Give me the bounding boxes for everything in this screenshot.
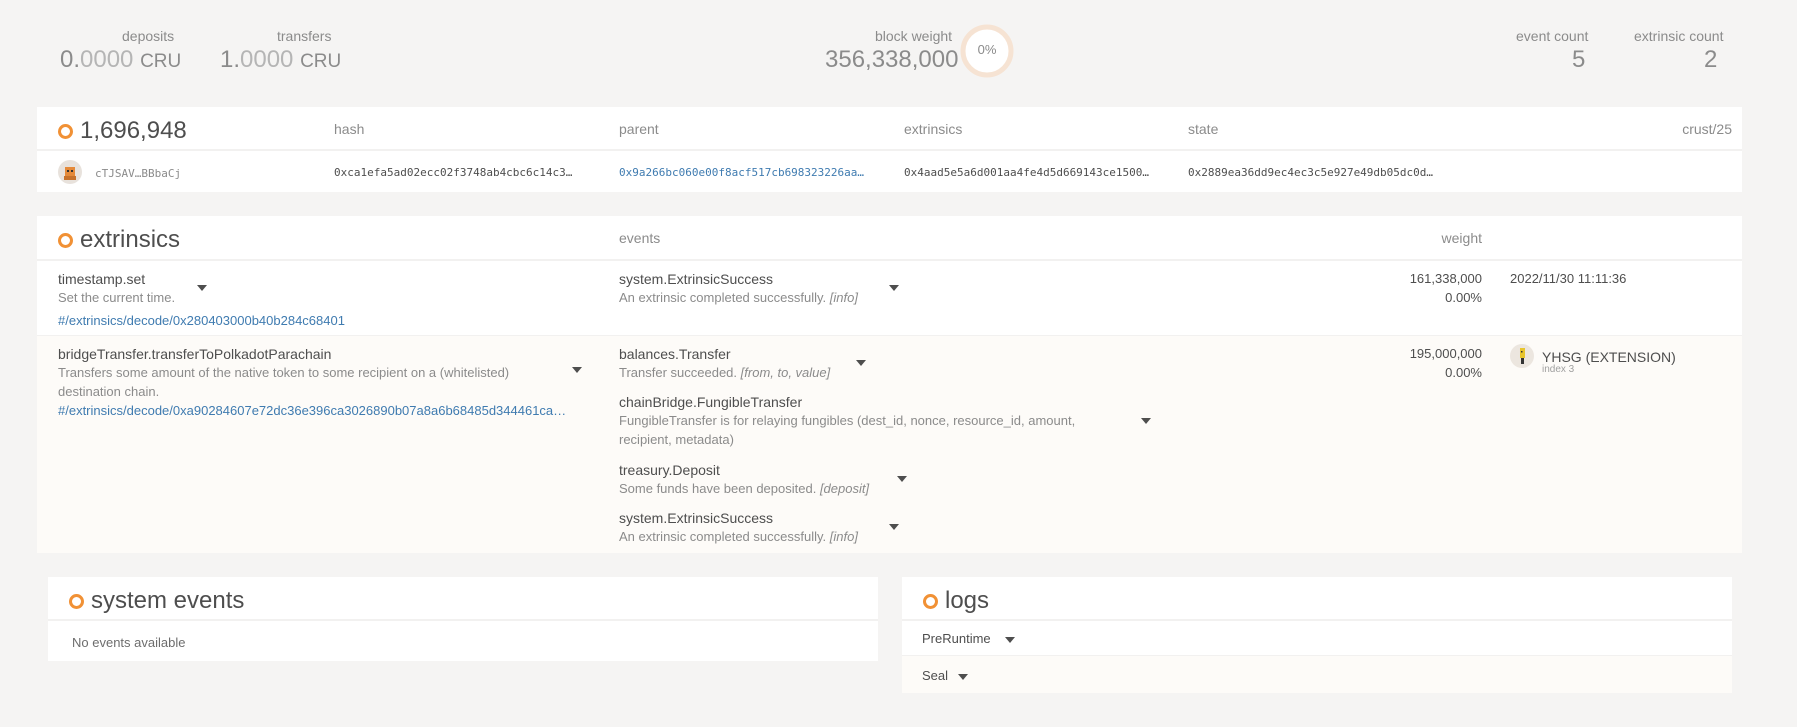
chevron-down-icon[interactable] <box>889 524 899 530</box>
block-number: 1,696,948 <box>58 117 187 145</box>
chevron-down-icon[interactable] <box>958 674 968 680</box>
robot-icon <box>64 167 76 180</box>
col-hash: hash <box>334 121 365 137</box>
chevron-down-icon[interactable] <box>1005 637 1015 643</box>
block-bullet-icon <box>58 124 73 140</box>
block-weight-percent: 0% <box>977 42 997 57</box>
event-description: Some funds have been deposited. [deposit… <box>619 481 870 496</box>
logs-bullet-icon <box>923 594 938 610</box>
extrinsic-weight-percent: 0.00% <box>1445 365 1482 380</box>
extrinsic-timestamp: 2022/11/30 11:11:36 <box>1510 271 1627 286</box>
block-hash: 0xca1efa5ad02ecc02f3748ab4cbc6c14c3… <box>334 166 573 179</box>
extrinsic-method: bridgeTransfer.transferToPolkadotParacha… <box>58 346 332 362</box>
system-events-title: system events <box>69 587 244 615</box>
col-parent: parent <box>619 121 659 137</box>
extrinsics-panel: extrinsics events weight timestamp.set S… <box>37 216 1742 553</box>
event-name: balances.Transfer <box>619 346 731 362</box>
state-root: 0x2889ea36dd9ec4ec3c5e927e49db05dc0d… <box>1188 166 1434 179</box>
log-item-label: PreRuntime <box>922 631 991 646</box>
log-item-seal[interactable]: Seal <box>902 656 1732 693</box>
extrinsic-weight: 161,338,000 <box>1409 271 1482 286</box>
block-weight-gauge: 0% <box>960 24 1014 78</box>
logs-title: logs <box>923 587 989 615</box>
block-weight-label: block weight <box>875 28 953 44</box>
extrinsic-description: Set the current time. <box>58 290 176 305</box>
signer-index: index 3 <box>1542 364 1575 375</box>
block-header-panel: 1,696,948 hash parent extrinsics state c… <box>37 107 1742 192</box>
extrinsic-row: timestamp.set Set the current time. #/ex… <box>37 261 1742 335</box>
col-state: state <box>1188 121 1219 137</box>
block-weight-value: 356,338,000 <box>825 46 959 73</box>
extrinsic-count-label: extrinsic count <box>1634 28 1724 44</box>
extrinsics-bullet-icon <box>58 233 73 249</box>
extrinsic-description: Transfers some amount of the native toke… <box>58 365 510 380</box>
author-avatar[interactable] <box>58 160 82 184</box>
log-item-label: Seal <box>922 668 949 683</box>
deposits-label: deposits <box>122 28 175 44</box>
robot-icon <box>1520 348 1525 364</box>
extrinsic-method: timestamp.set <box>58 271 146 287</box>
event-name: chainBridge.FungibleTransfer <box>619 394 803 410</box>
author-address[interactable]: cTJSAV…BBbaCj <box>95 167 181 180</box>
event-name: system.ExtrinsicSuccess <box>619 271 774 287</box>
system-events-panel: system events No events available <box>48 577 878 661</box>
signer-avatar[interactable] <box>1510 344 1534 368</box>
chevron-down-icon[interactable] <box>1141 418 1151 424</box>
extrinsics-root: 0x4aad5e5a6d001aa4fe4d5d669143ce1500… <box>904 166 1150 179</box>
chevron-down-icon[interactable] <box>856 360 866 366</box>
deposits-value: 0.0000 CRU <box>60 46 182 73</box>
chevron-down-icon[interactable] <box>197 285 207 291</box>
system-events-bullet-icon <box>69 594 84 610</box>
event-count-value: 5 <box>1572 46 1586 73</box>
extrinsic-count-value: 2 <box>1704 46 1718 73</box>
event-count-label: event count <box>1516 28 1589 44</box>
extrinsic-decode-link[interactable]: #/extrinsics/decode/0xa90284607e72dc36e3… <box>58 403 566 418</box>
event-name: system.ExtrinsicSuccess <box>619 510 774 526</box>
signer-name[interactable]: YHSG (EXTENSION) <box>1542 349 1676 365</box>
chevron-down-icon[interactable] <box>572 367 582 373</box>
event-name: treasury.Deposit <box>619 462 720 478</box>
transfers-label: transfers <box>277 28 332 44</box>
parent-hash-link[interactable]: 0x9a266bc060e00f8acf517cb698323226aa… <box>619 166 864 179</box>
event-description: FungibleTransfer is for relaying fungibl… <box>619 413 1076 428</box>
event-description: An extrinsic completed successfully. [in… <box>619 290 858 305</box>
extrinsic-decode-link[interactable]: #/extrinsics/decode/0x280403000b40b284c6… <box>58 313 345 328</box>
extrinsic-weight: 195,000,000 <box>1409 346 1482 361</box>
event-description: Transfer succeeded. [from, to, value] <box>619 365 831 380</box>
extrinsic-weight-percent: 0.00% <box>1445 290 1482 305</box>
col-events: events <box>619 230 661 246</box>
extrinsics-title: extrinsics <box>58 226 180 254</box>
log-item-preruntime[interactable]: PreRuntime <box>902 621 1732 655</box>
runtime-version: crust/25 <box>1682 121 1732 137</box>
logs-panel: logs PreRuntime Seal <box>902 577 1732 693</box>
chevron-down-icon[interactable] <box>897 476 907 482</box>
col-weight: weight <box>1441 230 1482 246</box>
extrinsic-description: destination chain. <box>58 384 160 399</box>
no-events-message: No events available <box>72 635 186 650</box>
col-extrinsics: extrinsics <box>904 121 963 137</box>
event-description: recipient, metadata) <box>619 432 734 447</box>
transfers-value: 1.0000 CRU <box>220 46 342 73</box>
extrinsic-row: bridgeTransfer.transferToPolkadotParacha… <box>37 336 1742 553</box>
event-description: An extrinsic completed successfully. [in… <box>619 529 858 544</box>
chevron-down-icon[interactable] <box>889 285 899 291</box>
